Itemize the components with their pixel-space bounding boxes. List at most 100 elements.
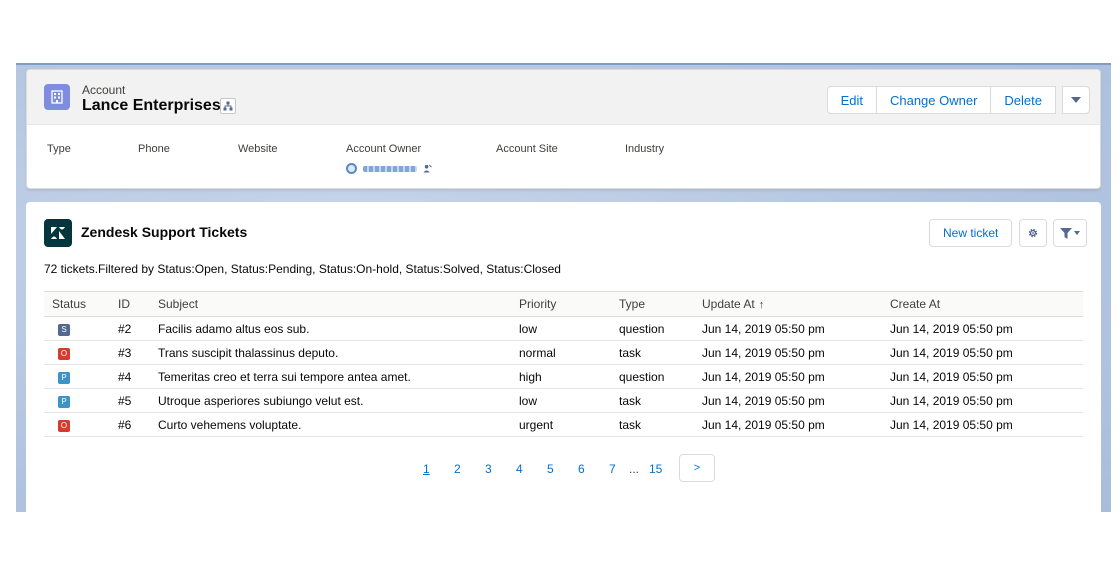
column-header-type[interactable]: Type	[611, 291, 694, 317]
card-title: Zendesk Support Tickets	[81, 224, 248, 240]
status-badge: O	[58, 348, 70, 360]
account-owner-value[interactable]	[346, 163, 432, 174]
page-link-5[interactable]: 5	[547, 462, 554, 476]
hierarchy-icon	[223, 101, 233, 111]
new-ticket-button[interactable]: New ticket	[929, 219, 1013, 247]
ticket-priority: urgent	[511, 412, 611, 437]
ticket-created: Jun 14, 2019 05:50 pm	[882, 388, 1083, 413]
ticket-priority: low	[511, 316, 611, 341]
avatar	[346, 163, 357, 174]
zendesk-tickets-card: Zendesk Support Tickets New ticket 72 ti…	[26, 202, 1101, 514]
column-header-status[interactable]: Status	[44, 291, 110, 317]
ticket-updated: Jun 14, 2019 05:50 pm	[694, 388, 882, 413]
field-label-phone: Phone	[138, 143, 170, 155]
pagination-ellipsis: ...	[629, 462, 640, 476]
page-link-6[interactable]: 6	[578, 462, 585, 476]
column-header-id[interactable]: ID	[110, 291, 150, 317]
ticket-priority: high	[511, 364, 611, 389]
ticket-type: task	[611, 340, 694, 365]
more-actions-button[interactable]	[1062, 86, 1090, 114]
ticket-type: question	[611, 316, 694, 341]
status-badge: O	[58, 420, 70, 432]
ticket-type: question	[611, 364, 694, 389]
field-label-account-site: Account Site	[496, 143, 558, 155]
chevron-down-icon	[1074, 231, 1080, 235]
page-link-3[interactable]: 3	[485, 462, 492, 476]
table-row[interactable]: P #5 Utroque asperiores subiungo velut est…	[44, 388, 1083, 413]
field-label-type: Type	[47, 143, 71, 155]
ticket-subject: Facilis adamo altus eos sub.	[150, 316, 511, 341]
column-header-priority[interactable]: Priority	[511, 291, 611, 317]
status-cell: P	[44, 388, 110, 413]
record-actions: Edit Change Owner Delete	[826, 86, 1090, 114]
object-label: Account	[82, 83, 126, 97]
edit-button[interactable]: Edit	[826, 86, 877, 114]
tickets-table-body: S #2 Facilis adamo altus eos sub. low questi…	[44, 316, 1083, 437]
column-header-update-at-label: Update At	[702, 297, 755, 311]
status-badge: P	[58, 396, 70, 408]
table-row[interactable]: S #2 Facilis adamo altus eos sub. low questi…	[44, 316, 1083, 341]
chevron-down-icon	[1071, 97, 1081, 103]
ticket-priority: low	[511, 388, 611, 413]
column-header-create-at[interactable]: Create At	[882, 291, 1083, 317]
ticket-subject: Utroque asperiores subiungo velut est.	[150, 388, 511, 413]
ticket-priority: normal	[511, 340, 611, 365]
filter-summary: 72 tickets.Filtered by Status:Open, Stat…	[44, 262, 561, 276]
page-link-1[interactable]: 1	[423, 462, 430, 476]
ticket-created: Jun 14, 2019 05:50 pm	[882, 316, 1083, 341]
ticket-updated: Jun 14, 2019 05:50 pm	[694, 316, 882, 341]
field-label-website: Website	[238, 143, 278, 155]
ticket-updated: Jun 14, 2019 05:50 pm	[694, 364, 882, 389]
delete-button[interactable]: Delete	[990, 86, 1056, 114]
zendesk-logo-icon	[44, 219, 72, 247]
ticket-updated: Jun 14, 2019 05:50 pm	[694, 340, 882, 365]
column-header-subject[interactable]: Subject	[150, 291, 511, 317]
ticket-created: Jun 14, 2019 05:50 pm	[882, 364, 1083, 389]
column-header-update-at[interactable]: Update At ↑	[694, 291, 882, 317]
page-background: Account Lance Enterprises Edit Change Ow…	[16, 63, 1111, 514]
ticket-id: #5	[110, 388, 150, 413]
owner-name-redacted	[363, 165, 417, 172]
ticket-subject: Trans suscipit thalassinus deputo.	[150, 340, 511, 365]
change-owner-icon[interactable]	[423, 164, 432, 173]
table-row[interactable]: O #3 Trans suscipit thalassinus deputo. nor…	[44, 340, 1083, 365]
table-header-row: Status ID Subject Priority Type Update A…	[44, 291, 1083, 317]
tickets-table: Status ID Subject Priority Type Update A…	[44, 291, 1083, 437]
page-link-7[interactable]: 7	[609, 462, 616, 476]
settings-button[interactable]	[1019, 219, 1047, 247]
ticket-created: Jun 14, 2019 05:50 pm	[882, 340, 1083, 365]
table-row[interactable]: P #4 Temeritas creo et terra sui tempore a…	[44, 364, 1083, 389]
ticket-subject: Temeritas creo et terra sui tempore ante…	[150, 364, 511, 389]
account-header: Account Lance Enterprises Edit Change Ow…	[27, 70, 1100, 125]
page-link-4[interactable]: 4	[516, 462, 523, 476]
building-icon	[44, 84, 70, 110]
ticket-type: task	[611, 388, 694, 413]
page-link-15[interactable]: 15	[649, 462, 662, 476]
account-header-card: Account Lance Enterprises Edit Change Ow…	[26, 69, 1101, 189]
change-owner-button[interactable]: Change Owner	[875, 86, 992, 114]
ticket-id: #2	[110, 316, 150, 341]
field-label-industry: Industry	[625, 143, 665, 155]
field-label-account-owner: Account Owner	[346, 143, 422, 155]
ticket-id: #3	[110, 340, 150, 365]
sort-ascending-icon: ↑	[758, 299, 765, 311]
ticket-type: task	[611, 412, 694, 437]
status-cell: S	[44, 316, 110, 341]
filter-icon	[1060, 227, 1072, 239]
table-row[interactable]: O #6 Curto vehemens voluptate. urgent task Ju…	[44, 412, 1083, 437]
page-link-2[interactable]: 2	[454, 462, 461, 476]
ticket-created: Jun 14, 2019 05:50 pm	[882, 412, 1083, 437]
gear-icon	[1028, 228, 1038, 238]
record-title: Lance Enterprises	[82, 97, 221, 114]
next-page-button[interactable]: >	[679, 454, 715, 482]
status-cell: P	[44, 364, 110, 389]
filter-button[interactable]	[1053, 219, 1087, 247]
hierarchy-button[interactable]	[220, 98, 236, 114]
status-cell: O	[44, 412, 110, 437]
ticket-subject: Curto vehemens voluptate.	[150, 412, 511, 437]
ticket-updated: Jun 14, 2019 05:50 pm	[694, 412, 882, 437]
status-cell: O	[44, 340, 110, 365]
status-badge: S	[58, 324, 70, 336]
ticket-id: #4	[110, 364, 150, 389]
status-badge: P	[58, 372, 70, 384]
